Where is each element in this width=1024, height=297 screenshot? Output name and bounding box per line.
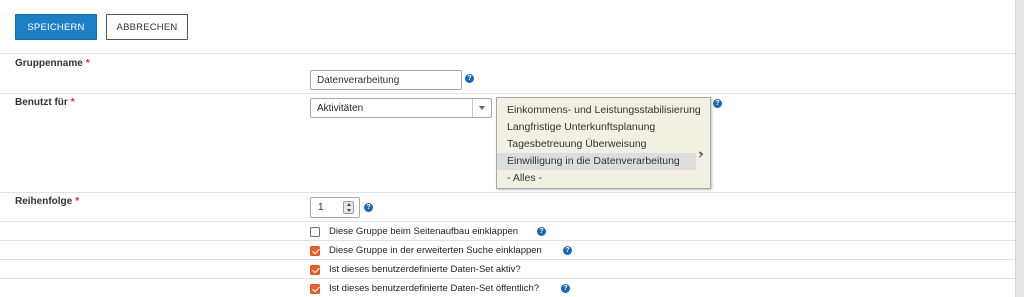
help-icon[interactable]: ? (563, 246, 572, 255)
listbox-option[interactable]: Einkommens- und Leistungsstabilisierung (497, 102, 710, 119)
spin-down-icon[interactable] (346, 208, 351, 212)
divider (0, 240, 1015, 241)
is-active-label: Ist dieses benutzerdefinierte Daten-Set … (329, 264, 521, 275)
listbox-option-selected[interactable]: Einwilligung in die Datenverarbeitung (497, 153, 696, 170)
listbox-option[interactable]: Tagesbetreuung Überweisung (497, 136, 710, 153)
save-button[interactable]: SPEICHERN (15, 14, 97, 40)
divider (0, 259, 1015, 260)
custom-data-group-form: SPEICHERN ABBRECHEN Gruppenname * Datenve… (0, 0, 1015, 297)
used-for-label: Benutzt für * (15, 97, 75, 108)
used-for-select-value: Aktivitäten (317, 102, 364, 114)
group-name-label: Gruppenname * (15, 58, 90, 69)
collapse-in-advanced-search-label: Diese Gruppe in der erweiterten Suche ei… (329, 245, 542, 256)
help-icon[interactable]: ? (537, 227, 546, 236)
order-label: Reihenfolge * (15, 196, 80, 207)
cancel-button[interactable]: ABBRECHEN (106, 14, 188, 40)
divider (0, 278, 1015, 279)
group-name-input[interactable]: Datenverarbeitung (310, 70, 462, 90)
help-icon[interactable]: ? (561, 284, 570, 293)
divider (0, 192, 1015, 193)
help-icon[interactable]: ? (465, 74, 474, 83)
collapse-on-load-label: Diese Gruppe beim Seitenaufbau einklappe… (329, 226, 519, 237)
chevron-down-icon[interactable] (472, 99, 491, 117)
divider (0, 53, 1015, 54)
used-for-select[interactable]: Aktivitäten (310, 98, 492, 118)
listbox-option[interactable]: Langfristige Unterkunftsplanung (497, 119, 710, 136)
divider (0, 221, 1015, 222)
is-active-checkbox[interactable] (310, 265, 320, 275)
used-for-options-listbox[interactable]: Einkommens- und Leistungsstabilisierung … (496, 97, 711, 189)
required-marker: * (75, 196, 80, 207)
spin-up-icon[interactable] (346, 203, 351, 207)
resize-handle-icon[interactable] (696, 151, 704, 158)
spinner-buttons[interactable] (343, 201, 354, 214)
required-marker: * (70, 97, 75, 108)
is-public-label: Ist dieses benutzerdefinierte Daten-Set … (329, 283, 540, 294)
is-public-checkbox[interactable] (310, 284, 320, 294)
order-value: 1 (318, 202, 324, 213)
scrollbar[interactable] (1015, 0, 1024, 297)
help-icon[interactable]: ? (713, 99, 722, 108)
collapse-in-advanced-search-checkbox[interactable] (310, 246, 320, 256)
listbox-option[interactable]: - Alles - (497, 170, 710, 187)
order-number-input[interactable]: 1 (310, 197, 360, 218)
divider (0, 93, 1015, 94)
help-icon[interactable]: ? (364, 203, 373, 212)
required-marker: * (85, 58, 90, 69)
collapse-on-load-checkbox[interactable] (310, 227, 320, 237)
